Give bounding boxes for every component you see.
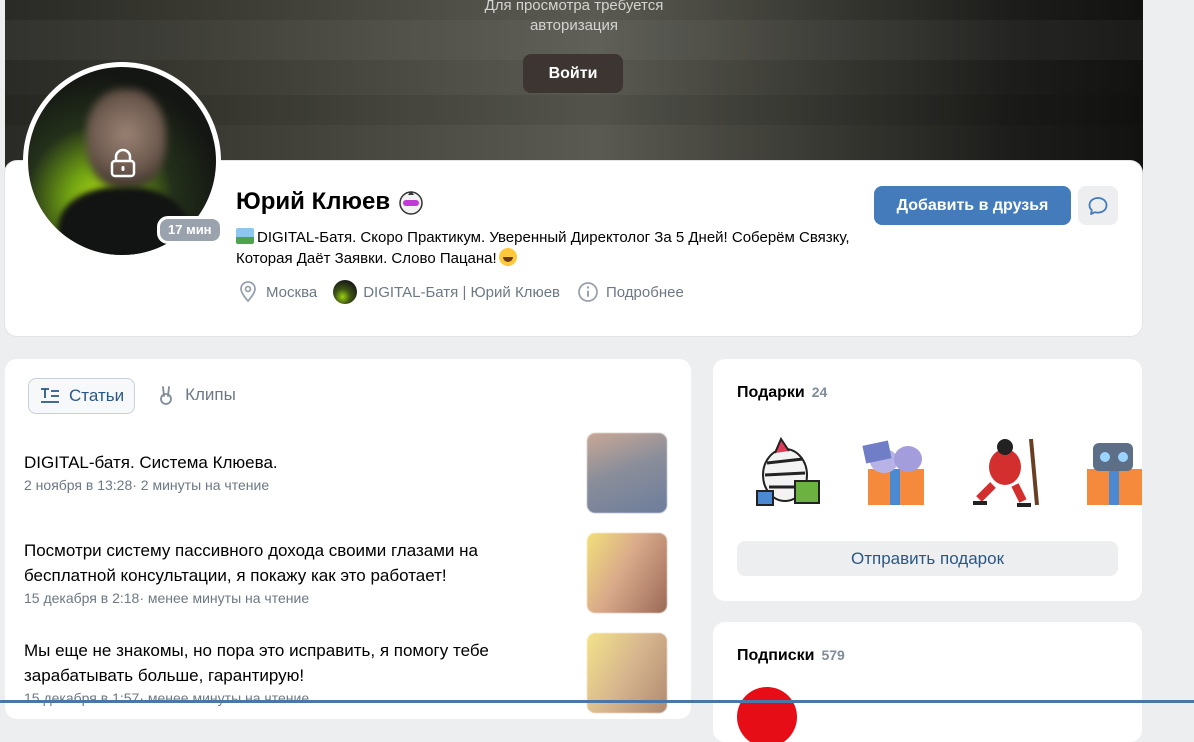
article-title: DIGITAL-батя. Система Клюева. (24, 453, 278, 472)
hockey-player-gift-icon[interactable] (961, 429, 1045, 513)
robot-box-gift-icon[interactable] (1071, 429, 1142, 513)
subscriptions-count: 579 (821, 647, 845, 663)
article-title: Мы еще не знакомы, но пора это исправить… (24, 641, 489, 685)
city-label: Москва (266, 283, 318, 301)
article-item[interactable]: Посмотри систему пассивного дохода своим… (24, 538, 664, 608)
gifts-card: Подарки 24 Отправить подарок (713, 359, 1142, 601)
picture-emoji-icon (236, 228, 254, 244)
articles-icon (41, 388, 59, 403)
lock-icon (110, 148, 136, 178)
page-margin (1143, 0, 1194, 703)
online-badge: 17 мин (157, 216, 223, 244)
article-thumbnail[interactable] (587, 433, 667, 513)
smile-emoji-icon (498, 248, 517, 266)
gifts-header[interactable]: Подарки 24 (737, 384, 827, 402)
subscriptions-header[interactable]: Подписки 579 (737, 647, 845, 665)
subscription-avatar[interactable] (737, 687, 797, 742)
article-meta: 2 ноября в 13:28· 2 минуты на чтение (24, 477, 270, 493)
community-link[interactable]: DIGITAL-Батя | Юрий Клюев (333, 280, 560, 304)
auth-required-text: Для просмотра требуется авторизация (484, 0, 664, 34)
more-info-link[interactable]: Подробнее (576, 280, 684, 304)
subscriptions-card: Подписки 579 (713, 622, 1142, 742)
article-meta: 15 декабря в 2:18· менее минуты на чтени… (24, 590, 310, 606)
login-button[interactable]: Войти (523, 54, 623, 93)
tab-clips[interactable]: Клипы (145, 378, 246, 412)
gifts-title: Подарки (737, 384, 805, 401)
community-avatar (333, 280, 358, 304)
community-label: DIGITAL-Батя | Юрий Клюев (363, 283, 560, 301)
city-info[interactable]: Москва (236, 280, 317, 304)
sticker-badge-icon[interactable] (398, 189, 424, 215)
article-item[interactable]: Мы еще не знакомы, но пора это исправить… (24, 638, 664, 708)
article-title: Посмотри систему пассивного дохода своим… (24, 541, 478, 585)
more-info-label: Подробнее (606, 283, 684, 301)
article-meta: 15 декабря в 1:57· менее минуты на чтени… (24, 690, 310, 706)
subscriptions-title: Подписки (737, 647, 815, 664)
info-icon (578, 282, 598, 302)
profile-name: Юрий Клюев (236, 188, 391, 215)
content-tabs: Статьи Клипы (28, 378, 246, 414)
tab-articles[interactable]: Статьи (28, 378, 136, 414)
message-bubble-icon (1088, 196, 1108, 215)
location-pin-icon (240, 281, 256, 303)
profile-status: DIGITAL-Батя. Скоро Практикум. Уверенный… (236, 228, 850, 267)
zebra-gift-icon[interactable] (745, 429, 829, 513)
article-item[interactable]: DIGITAL-батя. Система Клюева. 2 ноября в… (24, 450, 664, 495)
article-thumbnail[interactable] (587, 533, 667, 613)
send-gift-button[interactable]: Отправить подарок (737, 541, 1118, 576)
gifts-count: 24 (811, 384, 828, 400)
add-friend-button[interactable]: Добавить в друзья (874, 186, 1071, 225)
message-button[interactable] (1078, 186, 1118, 225)
cats-box-gift-icon[interactable] (854, 429, 938, 513)
clips-icon (160, 386, 172, 405)
